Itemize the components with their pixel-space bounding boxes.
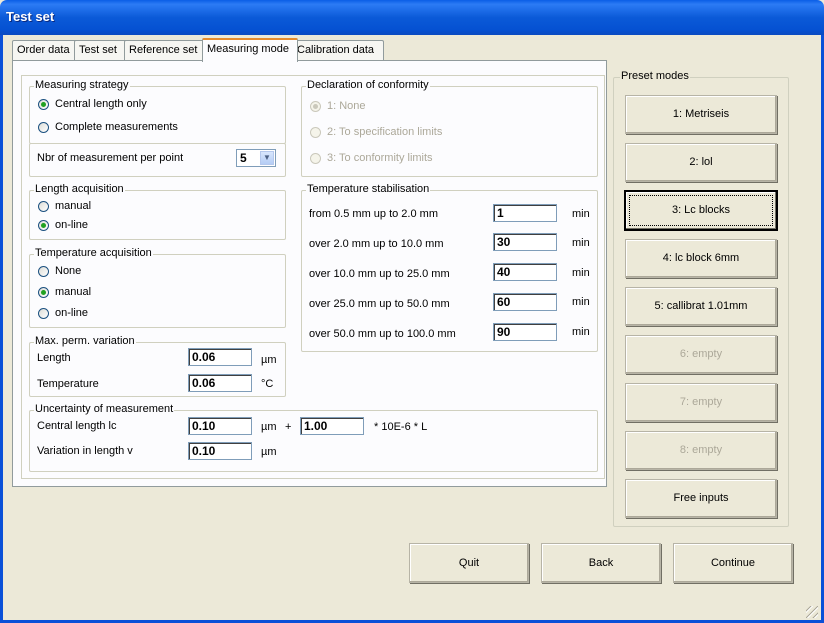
central-length-input[interactable]: 0.10 [188,417,252,435]
length-manual-label: manual [55,200,92,212]
temp-manual-radio[interactable] [38,287,49,298]
max-variation-title: Max. perm. variation [34,335,136,347]
declaration-title: Declaration of conformity [306,79,430,91]
stabilisation-time-input[interactable]: 30 [493,233,557,251]
central-length-unit: µm [261,421,277,433]
continue-label: Continue [710,557,756,569]
max-temperature-label: Temperature [37,378,99,390]
preset-label: 5: callibrat 1.01mm [654,300,748,312]
preset-label: 1: Metriseis [672,108,730,120]
back-button[interactable]: Back [541,543,661,583]
length-acquisition-group: Length acquisition [29,183,286,240]
preset-7-button[interactable]: 7: empty [625,383,777,422]
stabilisation-time-input[interactable]: 90 [493,323,557,341]
preset-label: 3: Lc blocks [671,204,731,216]
stabilisation-title: Temperature stabilisation [306,183,431,195]
resize-grip-icon[interactable] [806,606,818,618]
central-length-label: Central length lc [37,420,117,432]
complete-measurements-label: Complete measurements [55,121,178,133]
stabilisation-unit: min [572,326,590,338]
measuring-strategy-title: Measuring strategy [34,79,130,91]
quit-label: Quit [458,557,480,569]
preset-modes-title: Preset modes [620,70,690,82]
max-temperature-unit: °C [261,378,274,390]
conformity-spec-radio[interactable] [310,127,321,138]
preset-label: 4: lc block 6mm [662,252,740,264]
stabilisation-range-label: over 10.0 mm up to 25.0 mm [309,268,450,280]
preset-2-button[interactable]: 2: lol [625,143,777,182]
back-label: Back [588,557,614,569]
length-acquisition-title: Length acquisition [34,183,125,195]
variation-length-unit: µm [261,446,277,458]
temperature-acquisition-title: Temperature acquisition [34,247,153,259]
conformity-none-label: 1: None [327,100,366,112]
preset-label: 7: empty [679,396,723,408]
temp-online-label: on-line [55,307,89,319]
measuring-strategy-group: Measuring strategy [29,79,286,144]
preset-label: Free inputs [673,492,729,504]
length-factor-suffix: * 10E-6 * L [374,421,428,433]
conformity-spec-label: 2: To specification limits [327,126,443,138]
plus-sign: + [285,421,292,433]
length-online-radio[interactable] [38,220,49,231]
max-length-label: Length [37,352,71,364]
nbr-measurement-value: 5 [240,151,247,165]
max-length-input[interactable]: 0.06 [188,348,252,366]
length-factor-input[interactable]: 1.00 [300,417,364,435]
variation-length-label: Variation in length v [37,445,133,457]
temp-none-label: None [55,265,82,277]
stabilisation-unit: min [572,208,590,220]
stabilisation-time-input[interactable]: 1 [493,204,557,222]
chevron-down-icon[interactable]: ▼ [260,151,274,165]
free-inputs-button[interactable]: Free inputs [625,479,777,518]
variation-length-input[interactable]: 0.10 [188,442,252,460]
nbr-measurement-label: Nbr of measurement per point [37,152,184,164]
length-online-label: on-line [55,219,89,231]
central-length-only-label: Central length only [55,98,147,110]
stabilisation-time-input[interactable]: 40 [493,263,557,281]
preset-label: 8: empty [679,444,723,456]
stabilisation-unit: min [572,296,590,308]
preset-1-button[interactable]: 1: Metriseis [625,95,777,134]
conformity-none-radio[interactable] [310,101,321,112]
preset-5-button[interactable]: 5: callibrat 1.01mm [625,287,777,326]
uncertainty-title: Uncertainty of measurement [34,403,175,415]
preset-8-button[interactable]: 8: empty [625,431,777,470]
conformity-limits-radio[interactable] [310,153,321,164]
length-manual-radio[interactable] [38,201,49,212]
preset-4-button[interactable]: 4: lc block 6mm [625,239,777,278]
stabilisation-time-input[interactable]: 60 [493,293,557,311]
temp-online-radio[interactable] [38,308,49,319]
conformity-limits-label: 3: To conformity limits [327,152,433,164]
quit-button[interactable]: Quit [409,543,529,583]
preset-6-button[interactable]: 6: empty [625,335,777,374]
complete-measurements-radio[interactable] [38,122,49,133]
preset-label: 2: lol [689,156,713,168]
stabilisation-range-label: over 2.0 mm up to 10.0 mm [309,238,444,250]
stabilisation-unit: min [572,267,590,279]
continue-button[interactable]: Continue [673,543,793,583]
max-temperature-input[interactable]: 0.06 [188,374,252,392]
temp-manual-label: manual [55,286,92,298]
max-length-unit: µm [261,354,277,366]
preset-label: 6: empty [679,348,723,360]
stabilisation-range-label: from 0.5 mm up to 2.0 mm [309,208,438,220]
nbr-measurement-select[interactable]: 5 ▼ [236,149,276,167]
stabilisation-range-label: over 50.0 mm up to 100.0 mm [309,328,456,340]
temp-none-radio[interactable] [38,266,49,277]
preset-3-button[interactable]: 3: Lc blocks [624,190,778,231]
stabilisation-range-label: over 25.0 mm up to 50.0 mm [309,298,450,310]
stabilisation-unit: min [572,237,590,249]
central-length-only-radio[interactable] [38,99,49,110]
